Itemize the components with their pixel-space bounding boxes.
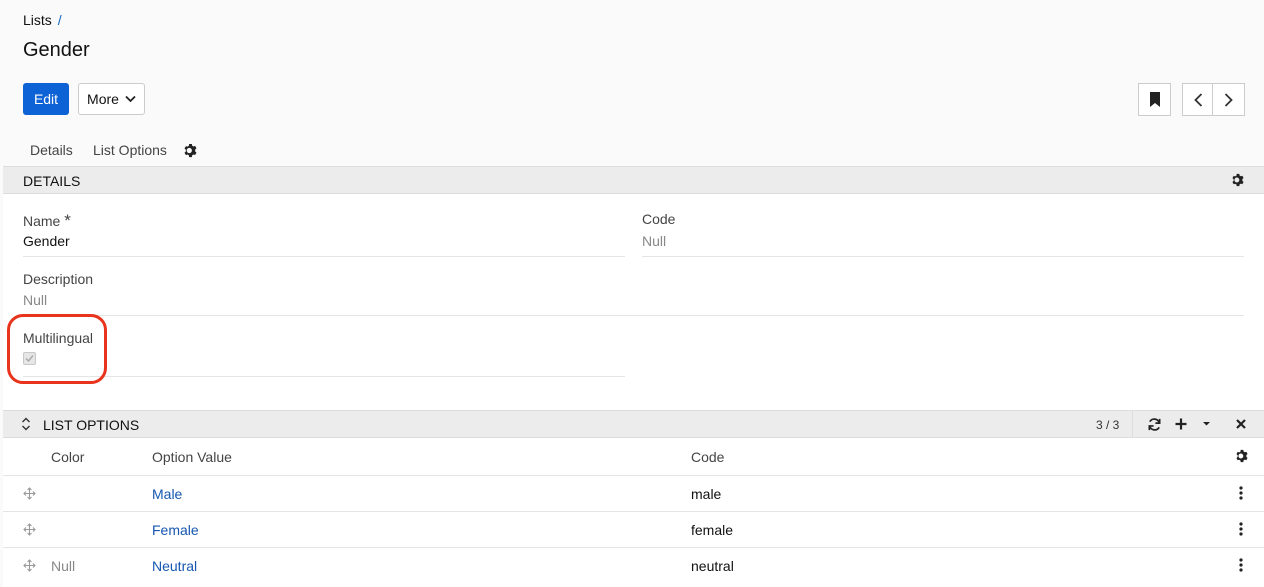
chevron-down-icon (125, 95, 136, 103)
details-panel-title: DETAILS (23, 173, 81, 189)
divider (23, 315, 1244, 316)
table-settings-gear-icon[interactable] (1235, 449, 1249, 463)
caret-down-icon[interactable] (1202, 419, 1211, 428)
previous-record-button[interactable] (1182, 83, 1215, 116)
tabs-settings-gear-icon[interactable] (183, 143, 198, 158)
table-row: Female female (3, 511, 1264, 548)
edit-button[interactable]: Edit (23, 83, 69, 115)
list-options-panel-title: LIST OPTIONS (43, 417, 140, 433)
tab-list-options[interactable]: List Options (93, 142, 167, 158)
code-cell: male (691, 486, 722, 502)
divider (642, 256, 1244, 257)
drag-handle-icon[interactable] (23, 523, 36, 536)
list-options-panel-header: LIST OPTIONS 3 / 3 (3, 410, 1264, 438)
drag-handle-icon[interactable] (23, 487, 36, 500)
description-field-value: Null (23, 292, 48, 308)
option-value-link[interactable]: Male (152, 486, 182, 502)
page-title: Gender (23, 39, 90, 61)
breadcrumb: Lists / (23, 12, 62, 28)
option-value-link[interactable]: Female (152, 522, 199, 538)
collapse-expand-icon[interactable] (21, 417, 31, 431)
chevron-left-icon (1194, 92, 1203, 107)
close-icon[interactable] (1235, 418, 1247, 430)
highlight-annotation-circle (7, 314, 107, 384)
code-field-value: Null (642, 233, 667, 249)
next-record-button[interactable] (1212, 83, 1245, 116)
more-button-label: More (87, 91, 119, 107)
code-cell: neutral (691, 558, 734, 574)
divider (23, 376, 625, 377)
table-row: Male male (3, 475, 1264, 512)
breadcrumb-separator: / (57, 12, 62, 28)
list-options-table: Color Option Value Code Male male Female… (3, 438, 1264, 587)
column-header-code[interactable]: Code (691, 449, 724, 465)
divider (23, 256, 625, 257)
tab-bar: Details List Options (0, 134, 1264, 166)
record-count: 3 / 3 (1096, 418, 1120, 432)
color-cell: Null (51, 558, 76, 574)
required-asterisk: * (64, 211, 71, 230)
details-panel-header: DETAILS (3, 166, 1264, 194)
details-panel-body (3, 194, 1264, 410)
name-field-label: Name * (23, 211, 71, 230)
row-actions-kebab-icon[interactable] (1239, 522, 1243, 536)
refresh-icon[interactable] (1147, 417, 1162, 432)
column-header-option-value[interactable]: Option Value (152, 449, 232, 465)
table-row: Null Neutral neutral (3, 547, 1264, 584)
follow-button[interactable] (1138, 83, 1171, 116)
add-icon[interactable] (1174, 417, 1188, 431)
column-header-color[interactable]: Color (51, 449, 84, 465)
row-actions-kebab-icon[interactable] (1239, 558, 1243, 572)
divider (1132, 411, 1133, 437)
name-field-value: Gender (23, 233, 70, 249)
tab-details[interactable]: Details (30, 142, 73, 158)
breadcrumb-lists-link[interactable]: Lists (23, 12, 52, 28)
drag-handle-icon[interactable] (23, 559, 36, 572)
details-panel-gear-icon[interactable] (1231, 173, 1245, 187)
code-cell: female (691, 522, 734, 538)
description-field-label: Description (23, 271, 94, 287)
chevron-right-icon (1224, 92, 1233, 107)
more-dropdown-button[interactable]: More (78, 83, 145, 115)
option-value-link[interactable]: Neutral (152, 558, 197, 574)
code-field-label: Code (642, 211, 676, 227)
row-actions-kebab-icon[interactable] (1239, 486, 1243, 500)
bookmark-icon (1149, 92, 1160, 107)
